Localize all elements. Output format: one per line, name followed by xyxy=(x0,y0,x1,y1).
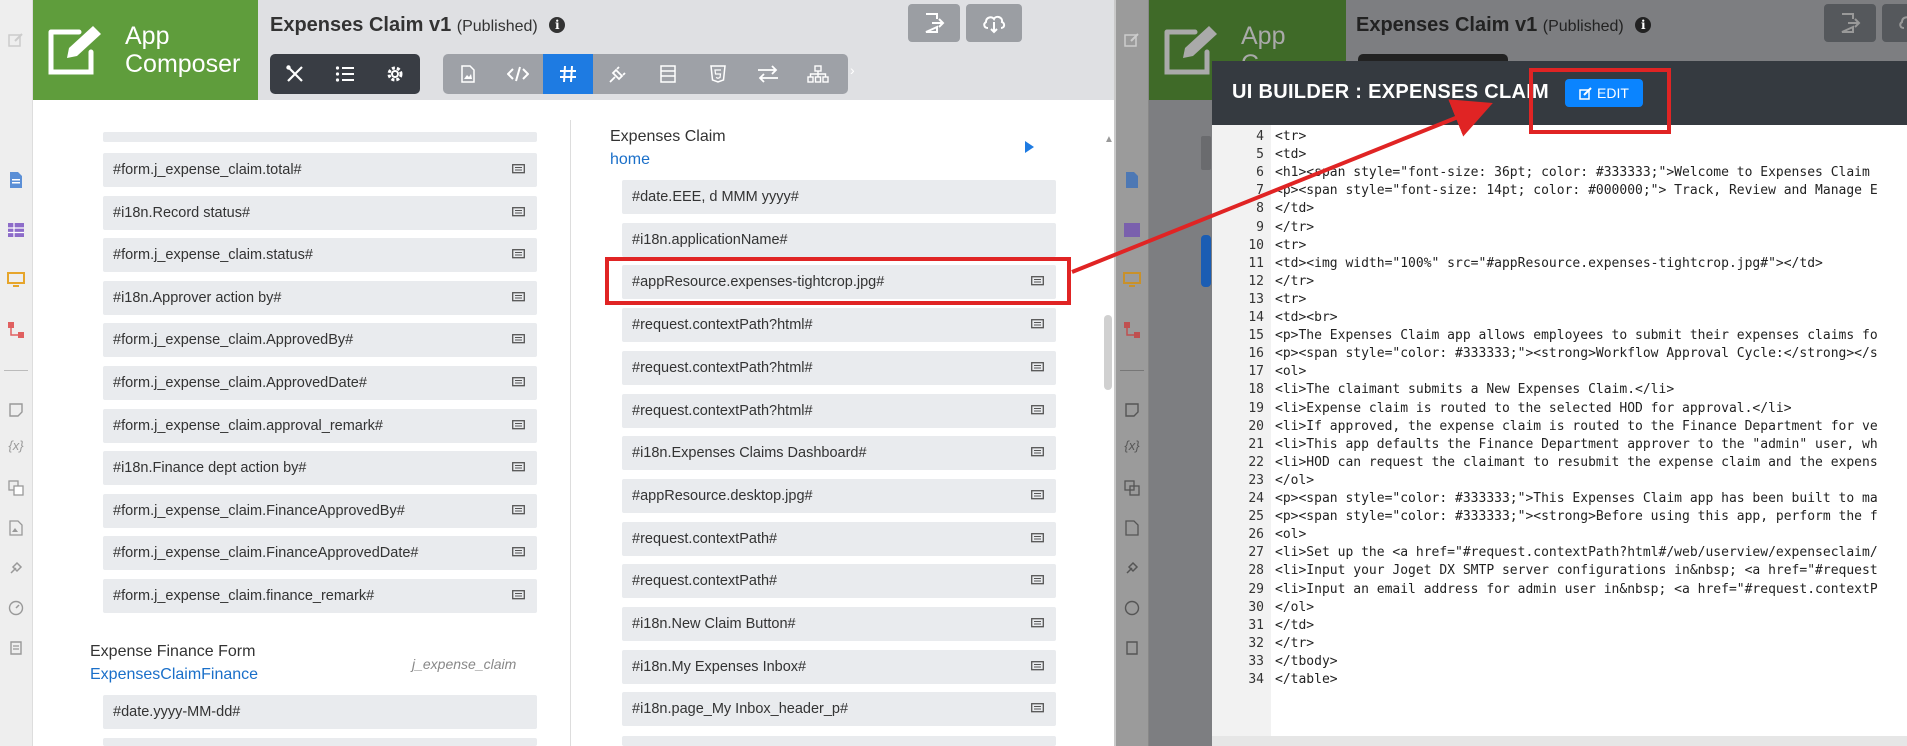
annotation-arrow xyxy=(1071,99,1493,274)
